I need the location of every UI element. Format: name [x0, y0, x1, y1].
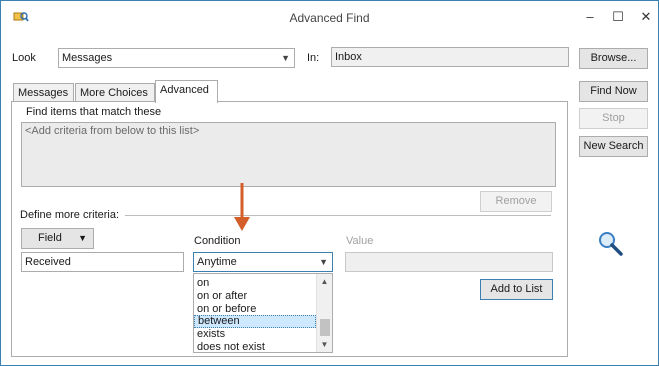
chevron-down-icon: ▼ [78, 233, 87, 243]
condition-option[interactable]: on [194, 277, 316, 290]
remove-button[interactable]: Remove [480, 191, 552, 212]
in-field-value: Inbox [335, 51, 362, 63]
look-label: Look [12, 52, 36, 64]
tab-messages[interactable]: Messages [13, 83, 74, 102]
look-select-value: Messages [62, 52, 113, 64]
close-button[interactable]: ✕ [635, 8, 657, 26]
in-field: Inbox [331, 47, 569, 67]
condition-label: Condition [194, 235, 241, 247]
find-now-button[interactable]: Find Now [579, 81, 648, 102]
field-button[interactable]: Field ▼ [21, 228, 94, 249]
browse-button[interactable]: Browse... [579, 48, 648, 69]
title-bar: Advanced Find – ☐ ✕ [1, 1, 658, 35]
chevron-down-icon: ▼ [281, 53, 290, 63]
tab-more-choices[interactable]: More Choices [75, 83, 155, 102]
scroll-up-icon[interactable]: ▲ [317, 275, 332, 288]
look-select[interactable]: Messages ▼ [58, 48, 295, 68]
maximize-button[interactable]: ☐ [607, 8, 629, 26]
window-title: Advanced Find [289, 11, 370, 25]
scroll-thumb[interactable] [320, 319, 330, 336]
condition-select[interactable]: Anytime ▼ [193, 252, 333, 272]
chevron-down-icon: ▼ [319, 257, 328, 267]
field-value: Received [21, 252, 184, 272]
stop-button[interactable]: Stop [579, 108, 648, 129]
criteria-placeholder: <Add criteria from below to this list> [25, 125, 200, 137]
minimize-button[interactable]: – [579, 8, 601, 26]
advanced-find-window: Advanced Find – ☐ ✕ Look Messages ▼ In: … [0, 0, 659, 366]
scroll-down-icon[interactable]: ▼ [317, 338, 332, 351]
define-more-label: Define more criteria: [20, 209, 120, 221]
divider [125, 215, 551, 216]
field-value-text: Received [25, 256, 71, 268]
condition-select-value: Anytime [197, 256, 237, 268]
scrollbar[interactable]: ▲ ▼ [316, 274, 332, 352]
condition-option[interactable]: on or after [194, 290, 316, 303]
in-label: In: [307, 52, 320, 64]
new-search-button[interactable]: New Search [579, 136, 648, 157]
value-input [345, 252, 553, 272]
arrow-down-icon [234, 183, 250, 231]
value-label: Value [346, 235, 374, 247]
condition-option[interactable]: exists [194, 328, 316, 341]
condition-option[interactable]: between [194, 315, 316, 328]
add-to-list-button[interactable]: Add to List [480, 279, 553, 300]
condition-dropdown-list[interactable]: on on or after on or before between exists do… [193, 273, 333, 353]
criteria-list[interactable]: <Add criteria from below to this list> [21, 122, 556, 187]
tab-advanced[interactable]: Advanced [155, 80, 218, 103]
find-items-label: Find items that match these [26, 106, 162, 118]
magnifier-icon [599, 232, 623, 256]
condition-option[interactable]: does not exist [194, 341, 316, 354]
field-button-label: Field [38, 232, 62, 244]
